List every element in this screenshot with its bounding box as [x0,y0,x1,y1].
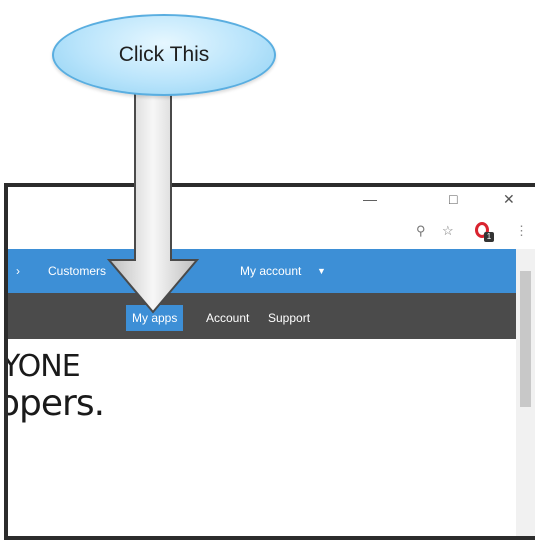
click-this-callout: Click This [52,14,276,96]
hero-line-2: opers. [8,383,105,424]
chevron-down-icon: ▼ [317,266,326,276]
title-bar: — □ ✕ [8,187,535,215]
menu-icon[interactable]: ⋮ [515,223,528,239]
site-sub-nav: My apps Account Support [8,293,516,339]
nav-item-my-account[interactable]: My account [240,264,301,278]
browser-window: — □ ✕ ⚲ ☆ 1 ⋮ › Customers My account ▼ M… [4,183,535,540]
scrollbar-thumb[interactable] [520,271,531,407]
maximize-button[interactable]: □ [449,191,457,207]
hero-line-1: YONE [8,349,81,384]
pointer-arrow-icon [106,90,200,314]
callout-label: Click This [118,43,210,66]
extension-badge: 1 [484,232,494,242]
nav-arrow-icon: › [16,264,20,278]
close-button[interactable]: ✕ [503,191,515,208]
minimize-button[interactable]: — [363,191,377,207]
tab-support[interactable]: Support [262,305,316,331]
tab-account[interactable]: Account [200,305,255,331]
address-bar: ⚲ ☆ 1 ⋮ [8,215,535,250]
search-icon[interactable]: ⚲ [416,223,426,239]
nav-item-customers[interactable]: Customers [48,264,106,278]
site-top-nav: › Customers My account ▼ [8,249,516,293]
hero-text: YONE opers. [8,339,516,536]
scrollbar[interactable] [516,249,535,536]
star-icon[interactable]: ☆ [442,223,454,239]
